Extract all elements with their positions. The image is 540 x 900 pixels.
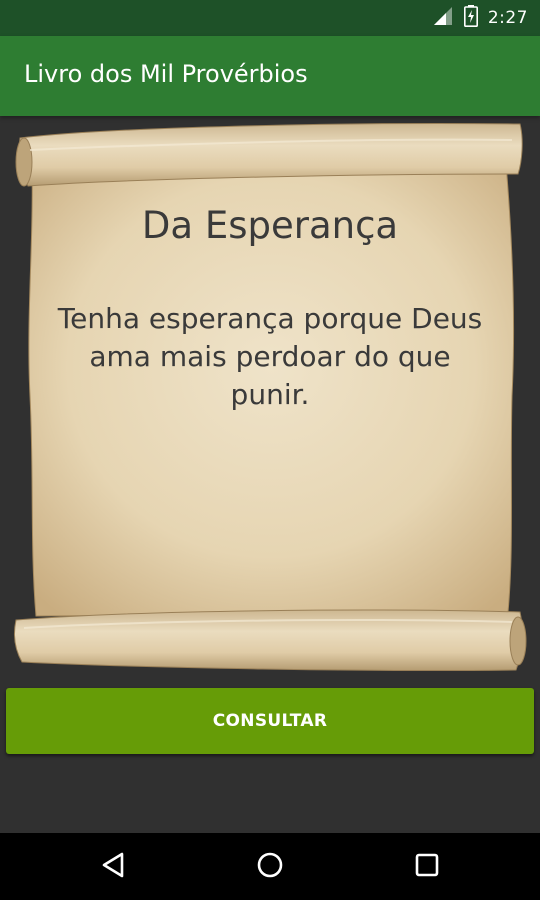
- battery-charging-icon: [463, 5, 478, 31]
- consult-button[interactable]: CONSULTAR: [6, 688, 534, 754]
- back-icon: [100, 851, 126, 883]
- navigation-bar: [0, 833, 540, 900]
- recents-button[interactable]: [403, 843, 451, 891]
- status-bar: 2:27: [0, 0, 540, 36]
- recents-icon: [414, 852, 440, 882]
- home-icon: [256, 851, 284, 883]
- back-button[interactable]: [89, 843, 137, 891]
- signal-icon: [432, 6, 454, 30]
- proverb-text: Tenha esperança porque Deus ama mais per…: [57, 302, 483, 411]
- main-content: Da Esperança Tenha esperança porque Deus…: [0, 116, 540, 833]
- proverb-title: Da Esperança: [141, 204, 399, 247]
- status-time: 2:27: [487, 8, 528, 28]
- parchment-scroll: Da Esperança Tenha esperança porque Deus…: [0, 116, 540, 683]
- status-icons: 2:27: [432, 0, 528, 36]
- app-bar: Livro dos Mil Provérbios: [0, 36, 540, 116]
- home-button[interactable]: [246, 843, 294, 891]
- app-title: Livro dos Mil Provérbios: [24, 60, 308, 88]
